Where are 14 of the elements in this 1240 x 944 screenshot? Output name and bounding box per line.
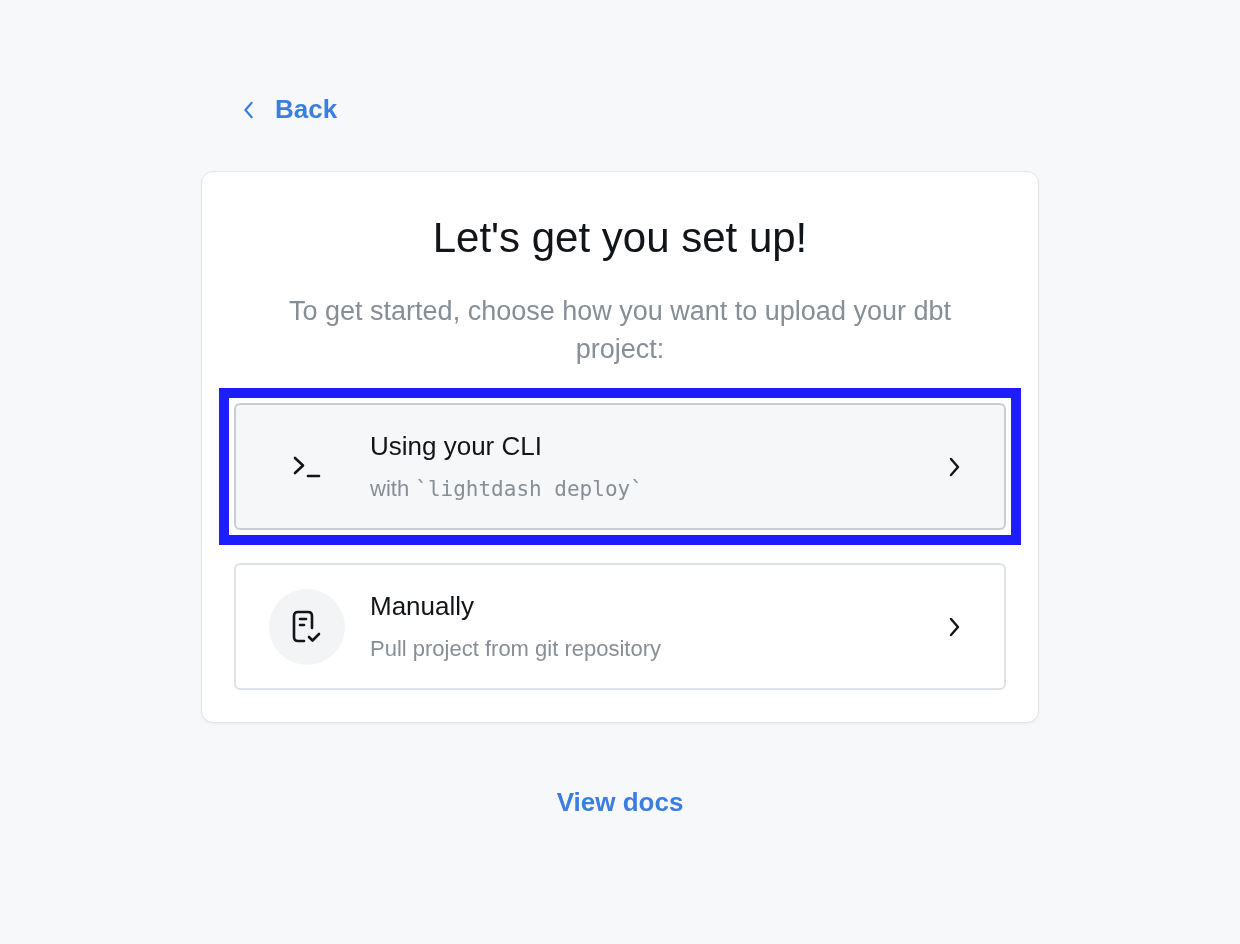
back-link[interactable]: Back <box>239 92 342 127</box>
terminal-prompt-icon <box>293 455 321 478</box>
chevron-right-icon <box>948 616 960 637</box>
view-docs-link[interactable]: View docs <box>550 783 690 822</box>
option-title: Manually <box>370 589 476 622</box>
option-description: Pull project from git repository <box>370 634 662 663</box>
option-description: with `lightdash deploy` <box>370 474 644 503</box>
option-card[interactable]: Using your CLI with `lightdash deploy` <box>234 403 1006 530</box>
option-title: Using your CLI <box>370 429 543 462</box>
chevron-right-icon <box>948 456 960 477</box>
option-card[interactable]: Manually Pull project from git repository <box>234 563 1006 690</box>
card-title: Let's get you set up! <box>431 213 809 263</box>
chevron-left-icon <box>243 100 255 119</box>
card-subtitle: To get started, choose how you want to upload your dbt project: <box>288 295 952 366</box>
